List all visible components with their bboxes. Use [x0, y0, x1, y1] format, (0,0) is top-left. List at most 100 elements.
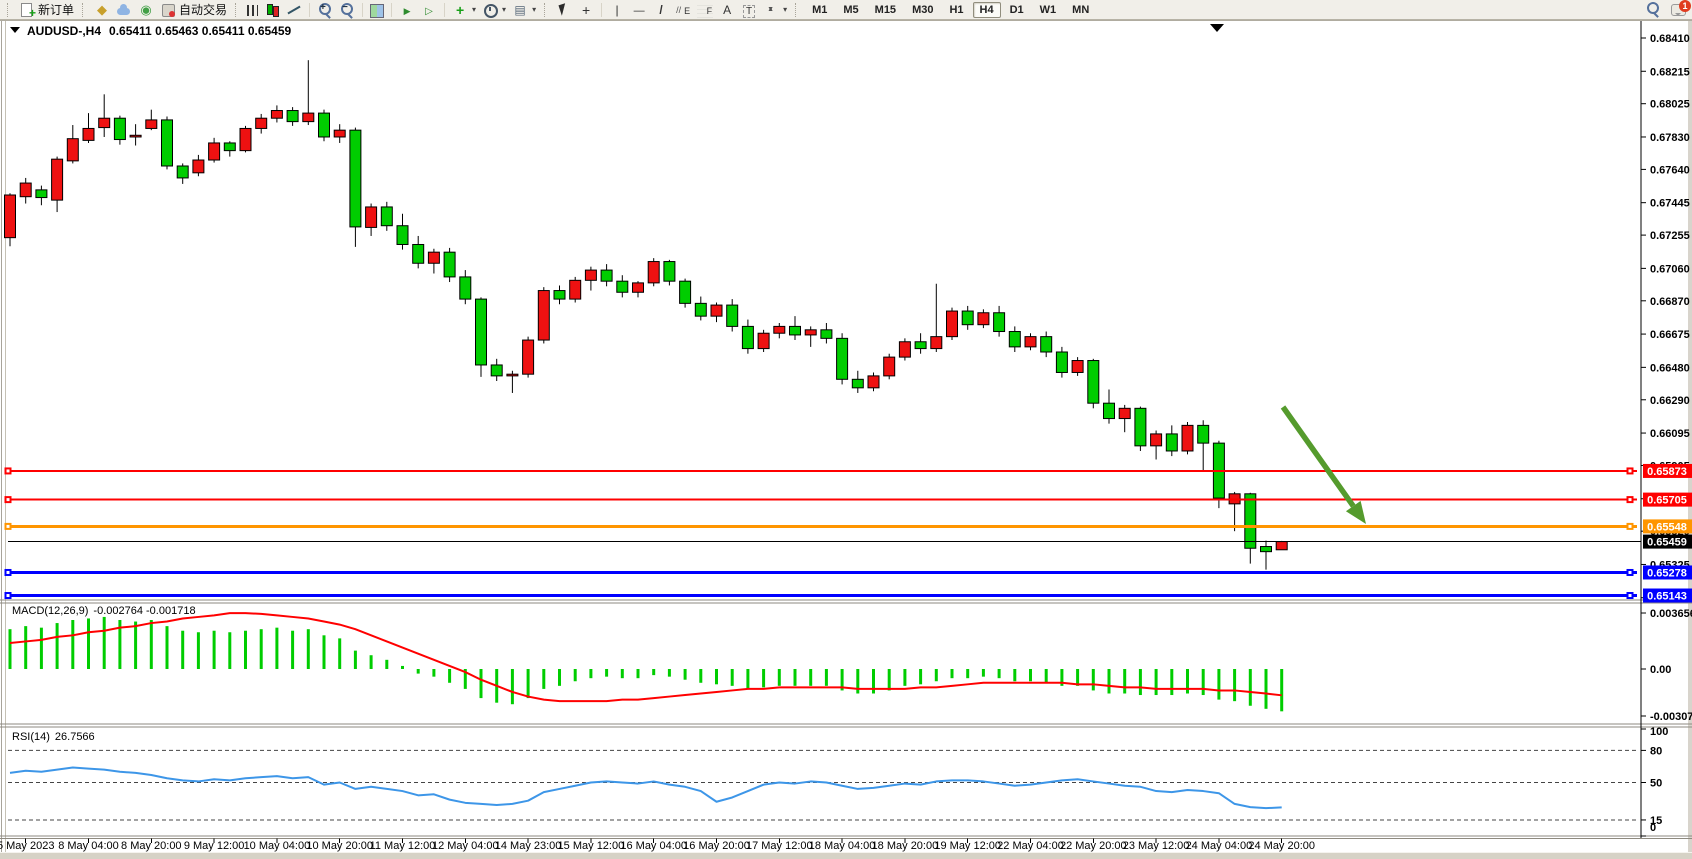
chart-title: AUDUSD-,H40.65411 0.65463 0.65411 0.6545…: [27, 24, 292, 38]
price-tick-label: 0.66480: [1650, 362, 1690, 374]
timeframe-m5-button[interactable]: M5: [836, 2, 865, 18]
candle-body: [837, 338, 848, 379]
date-tick-label: 8 May 04:00: [58, 840, 119, 852]
chart-background: [0, 20, 1692, 859]
candle-body: [931, 337, 942, 349]
zoom-out-button[interactable]: [337, 1, 357, 19]
price-tick-label: 0.68215: [1650, 66, 1690, 78]
candle-body: [67, 139, 78, 161]
rsi-tick-label: 50: [1650, 778, 1662, 790]
candle-body: [664, 262, 675, 282]
date-tick-label: 5 May 2023: [0, 840, 54, 852]
vertical-line-button[interactable]: [607, 1, 627, 19]
current-price-tag: 0.65459: [1643, 535, 1692, 549]
tile-windows-button[interactable]: [368, 1, 386, 19]
macd-tick-label: 0.00: [1650, 664, 1671, 676]
new-order-button[interactable]: 新订单: [17, 1, 76, 19]
autoscroll-icon: [399, 2, 415, 18]
candle-body: [742, 326, 753, 348]
candle-body: [821, 330, 832, 339]
indicators-button[interactable]: ▾: [450, 1, 478, 19]
equidistant-channel-button[interactable]: [673, 1, 693, 19]
autotrading-button-label: 自动交易: [179, 1, 227, 18]
bars-icon: [247, 5, 258, 16]
toolbar-grip: [7, 3, 11, 17]
date-tick-label: 16 May 04:00: [620, 840, 687, 852]
candle-body: [1135, 408, 1146, 446]
chartshift-icon: [421, 2, 437, 18]
status-bar: [0, 852, 1692, 859]
candle-chart-button[interactable]: [262, 1, 282, 19]
signals-button[interactable]: [136, 1, 156, 19]
rsi-tick-label: 80: [1650, 745, 1662, 757]
horizontal-line-button[interactable]: [629, 1, 649, 19]
date-tick-label: 11 May 12:00: [370, 840, 436, 852]
metaeditor-button[interactable]: [92, 1, 112, 19]
line-chart-button[interactable]: [284, 1, 304, 19]
timeframe-m1-button[interactable]: M1: [805, 2, 834, 18]
date-tick-label: 24 May 04:00: [1186, 840, 1253, 852]
community-button[interactable]: [114, 1, 134, 19]
cursor-button[interactable]: [554, 1, 574, 19]
chart-shift-button[interactable]: [419, 1, 439, 19]
candle-body: [224, 143, 235, 151]
price-tag: 0.65548: [1643, 519, 1692, 533]
zoom-in-button[interactable]: [315, 1, 335, 19]
channel-icon: [675, 2, 691, 18]
timeframe-mn-button[interactable]: MN: [1065, 2, 1096, 18]
candle-body: [476, 299, 487, 365]
date-tick-label: 18 May 04:00: [809, 840, 876, 852]
price-tick-label: 0.67445: [1650, 198, 1690, 210]
timeframe-m30-button[interactable]: M30: [905, 2, 940, 18]
toolbar-separator: [309, 3, 310, 17]
candle-body: [585, 270, 596, 280]
candle-body: [570, 280, 581, 299]
macd-tick-label: -0.00307: [1650, 711, 1692, 723]
candle-body: [130, 135, 141, 137]
timeframe-m15-button[interactable]: M15: [868, 2, 903, 18]
crosshair-button[interactable]: [576, 1, 596, 19]
price-tick-label: 0.67640: [1650, 164, 1690, 176]
fibonacci-button[interactable]: [695, 1, 715, 19]
timeframe-h1-button[interactable]: H1: [942, 2, 970, 18]
text-label-button[interactable]: [739, 1, 759, 19]
zoomin-icon: [317, 2, 333, 18]
candle-body: [774, 326, 785, 333]
timeframe-h4-button[interactable]: H4: [973, 2, 1001, 18]
auto-scroll-button[interactable]: [397, 1, 417, 19]
timeframe-d1-button[interactable]: D1: [1003, 2, 1031, 18]
text-button[interactable]: [717, 1, 737, 19]
candle-body: [790, 326, 801, 335]
svg-text:0.65143: 0.65143: [1647, 591, 1687, 603]
timeframe-w1-button[interactable]: W1: [1033, 2, 1064, 18]
templates-button[interactable]: ▾: [510, 1, 538, 19]
arrows-icon: [763, 2, 779, 18]
candle-body: [20, 183, 31, 197]
candle-body: [1119, 408, 1130, 418]
candle-body: [648, 262, 659, 283]
date-tick-label: 17 May 12:00: [746, 840, 813, 852]
price-tick-label: 0.66675: [1650, 329, 1690, 341]
search-icon[interactable]: [1645, 1, 1661, 17]
candle-body: [601, 270, 612, 281]
date-tick-label: 14 May 23:00: [495, 840, 562, 852]
candle-body: [1151, 434, 1162, 446]
price-tag: 0.65705: [1643, 493, 1692, 507]
macd-tick-label: 0.003656: [1650, 608, 1692, 620]
date-tick-label: 15 May 12:00: [558, 840, 625, 852]
bar-chart-button[interactable]: [245, 1, 260, 19]
periods-button[interactable]: ▾: [480, 1, 508, 19]
text-icon: [719, 2, 735, 18]
trendline-button[interactable]: [651, 1, 671, 19]
autotrading-button[interactable]: 自动交易: [158, 1, 229, 19]
candle-body: [680, 281, 691, 303]
chart-canvas[interactable]: AUDUSD-,H40.65411 0.65463 0.65411 0.6545…: [0, 0, 1692, 859]
chat-icon[interactable]: 1: [1671, 4, 1686, 16]
chevron-down-icon: ▾: [472, 5, 476, 14]
label-icon: [741, 2, 757, 18]
arrows-button[interactable]: ▾: [761, 1, 789, 19]
candle-body: [1088, 361, 1099, 404]
candle-body: [271, 111, 282, 119]
candle-body: [758, 333, 769, 348]
price-tick-label: 0.66870: [1650, 296, 1690, 308]
